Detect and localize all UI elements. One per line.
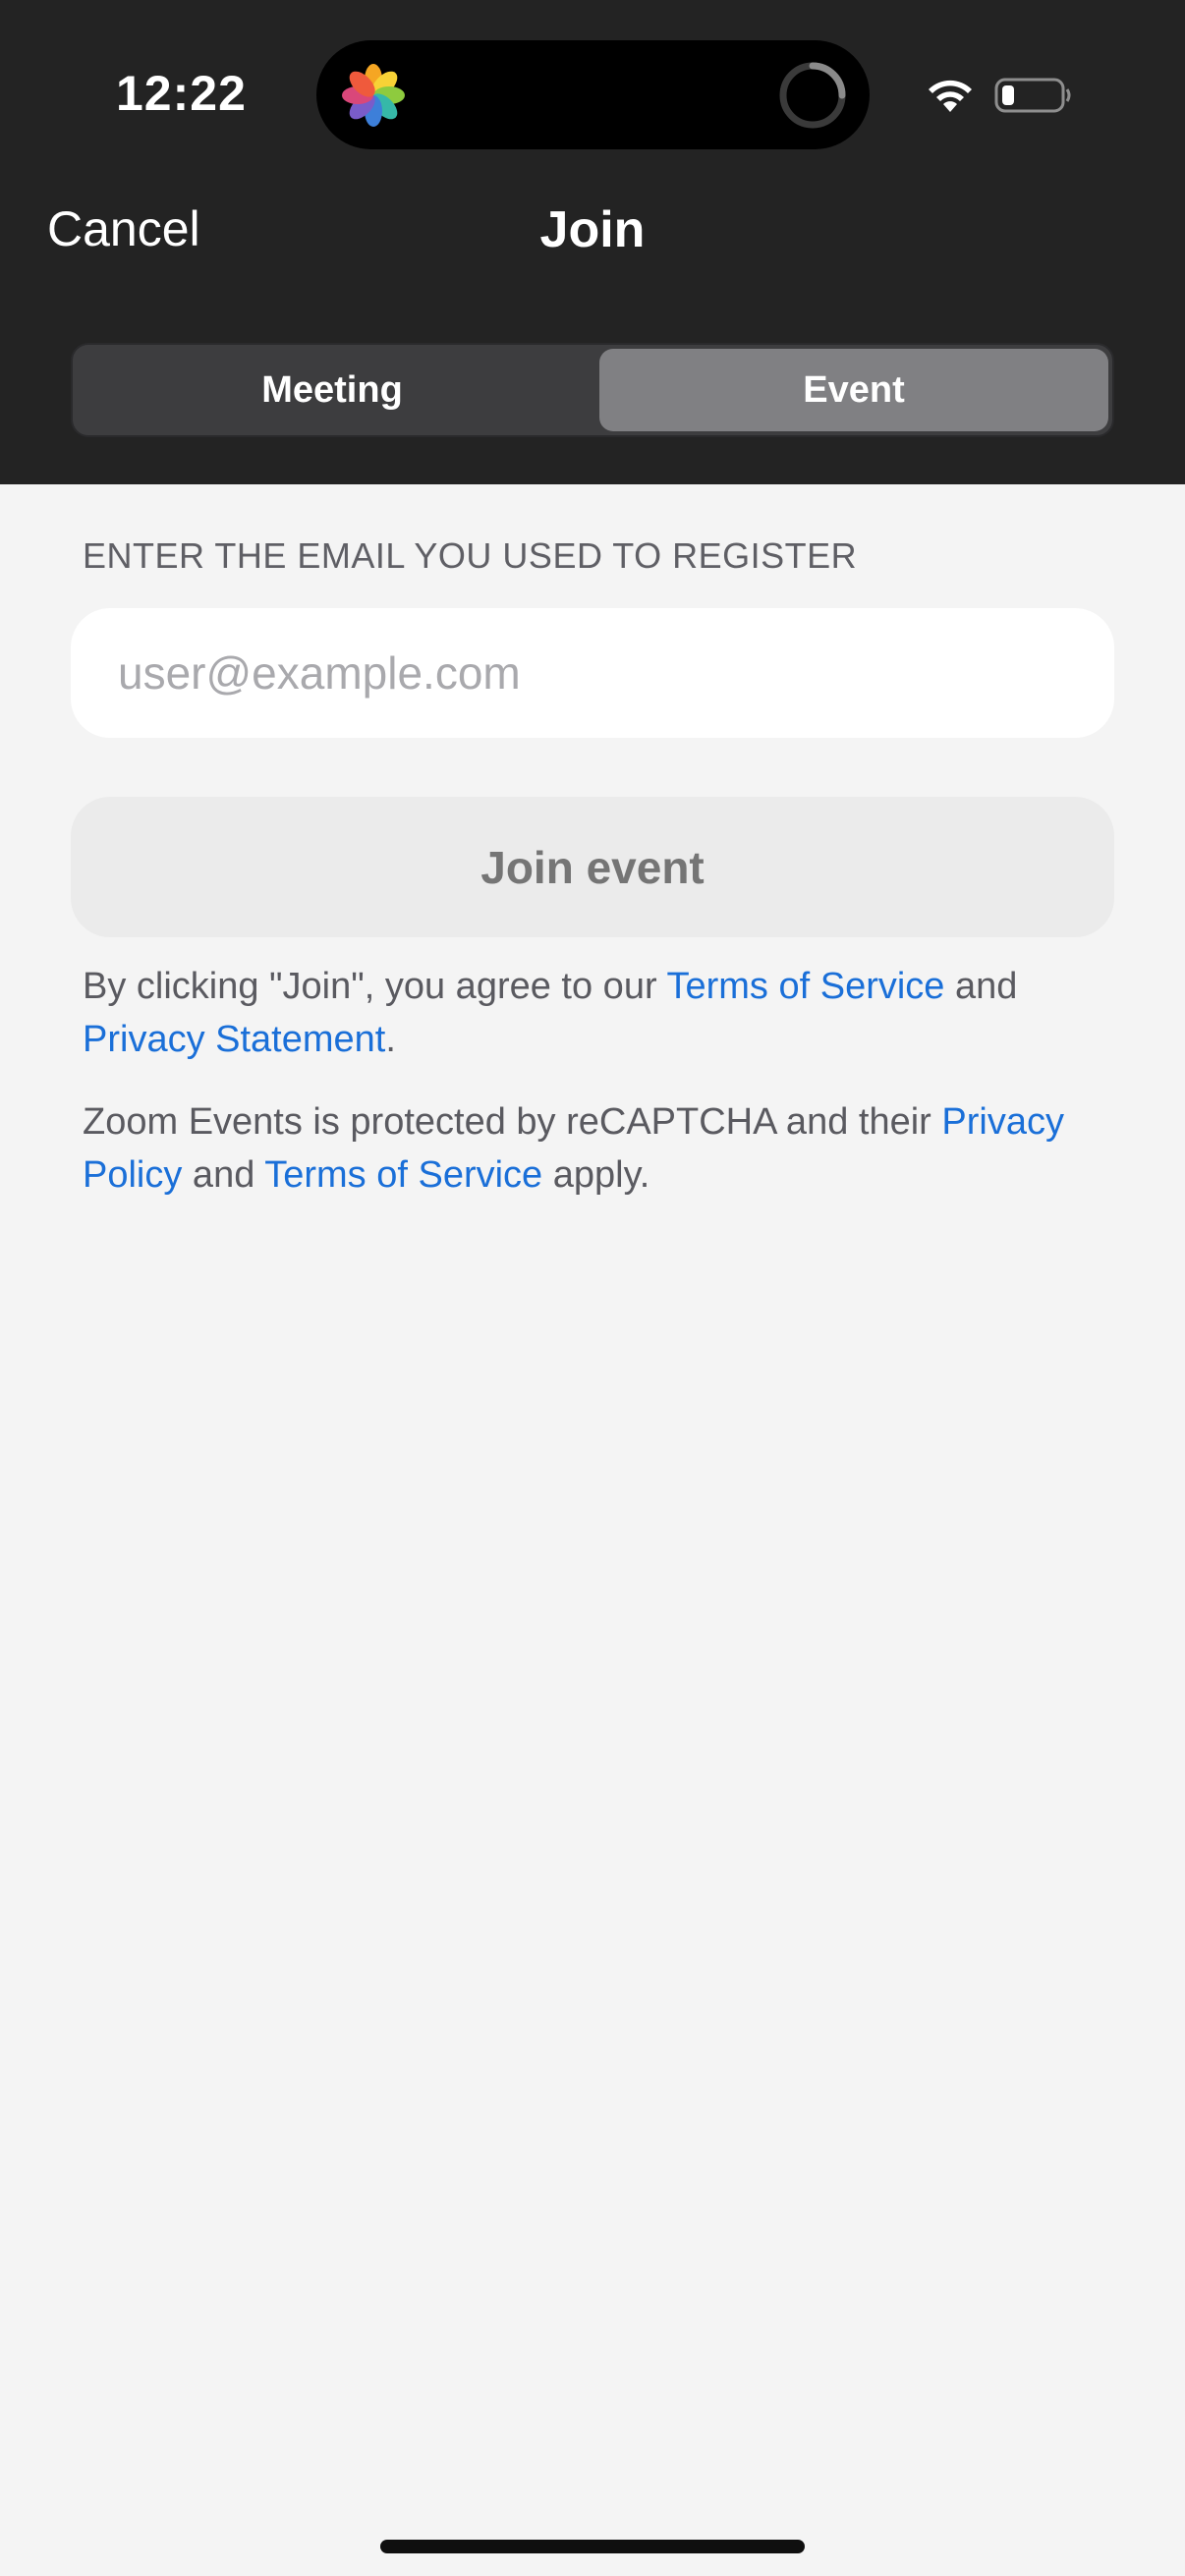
home-indicator[interactable] [380,2540,805,2553]
email-field-label: ENTER THE EMAIL YOU USED TO REGISTER [83,535,858,576]
join-event-button[interactable]: Join event [71,797,1114,937]
battery-icon [994,78,1071,113]
recaptcha-notice-and: and [182,1154,265,1196]
recaptcha-notice-prefix: Zoom Events is protected by reCAPTCHA an… [83,1101,942,1143]
join-type-segmented-control: Meeting Event [71,343,1114,437]
dynamic-island [316,40,870,149]
recaptcha-notice-text: Zoom Events is protected by reCAPTCHA an… [83,1095,1124,1202]
loading-spinner-icon [779,62,846,129]
status-time: 12:22 [116,66,247,121]
page-title: Join [539,201,646,258]
terms-agreement-prefix: By clicking "Join", you agree to our [83,966,667,1007]
email-input[interactable] [71,608,1114,738]
header-bar: 12:22 Cancel Join Meeting Event [0,0,1185,484]
privacy-statement-link[interactable]: Privacy Statement [83,1019,385,1060]
terms-of-service-link[interactable]: Terms of Service [666,966,944,1007]
terms-agreement-and: and [944,966,1018,1007]
photos-app-icon [342,64,405,127]
terms-agreement-suffix: . [385,1019,396,1060]
segment-meeting[interactable]: Meeting [77,349,588,431]
recaptcha-terms-of-service-link[interactable]: Terms of Service [264,1154,542,1196]
terms-agreement-text: By clicking "Join", you agree to our Ter… [83,960,1124,1066]
wifi-icon [929,80,972,112]
segment-event[interactable]: Event [599,349,1108,431]
recaptcha-notice-suffix: apply. [542,1154,650,1196]
join-screen: 12:22 Cancel Join Meeting Event ENTER TH… [0,0,1185,2576]
